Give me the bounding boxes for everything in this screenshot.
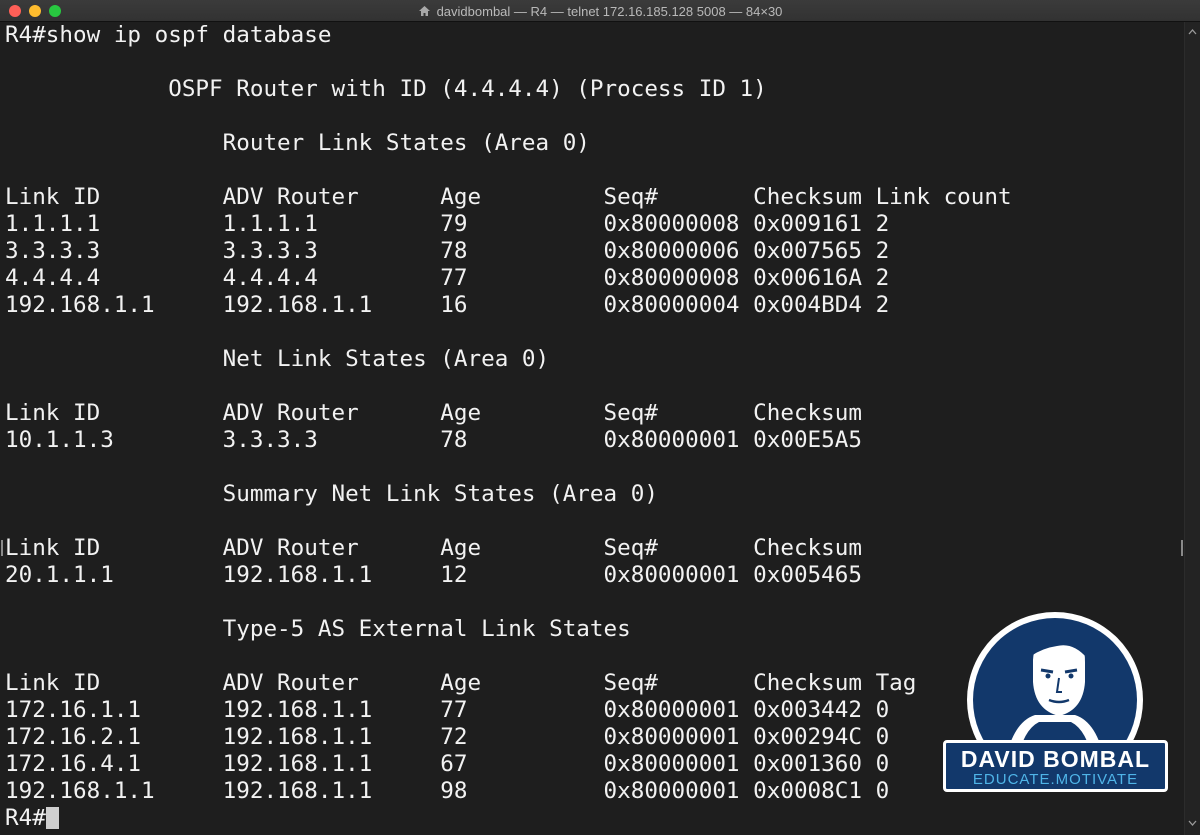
terminal-line: 192.168.1.1 192.168.1.1 16 0x80000004 0x… — [5, 292, 890, 318]
terminal-window: davidbombal — R4 — telnet 172.16.185.128… — [0, 0, 1200, 835]
terminal-line: 4.4.4.4 4.4.4.4 77 0x80000008 0x00616A 2 — [5, 265, 890, 291]
terminal-line: Link ID ADV Router Age Seq# Checksum — [5, 400, 862, 426]
title-bar: davidbombal — R4 — telnet 172.16.185.128… — [0, 0, 1200, 22]
david-bombal-logo: DAVID BOMBAL EDUCATE.MOTIVATE — [935, 612, 1175, 802]
terminal-line: OSPF Router with ID (4.4.4.4) (Process I… — [5, 76, 767, 102]
terminal-line: Router Link States (Area 0) — [5, 130, 590, 156]
terminal-line: 20.1.1.1 192.168.1.1 12 0x80000001 0x005… — [5, 562, 862, 588]
prompt: R4# — [5, 805, 46, 831]
scroll-down-icon[interactable] — [1188, 818, 1197, 827]
selection-marker-left — [1, 540, 3, 556]
logo-banner: DAVID BOMBAL EDUCATE.MOTIVATE — [943, 740, 1168, 792]
logo-tagline: EDUCATE.MOTIVATE — [972, 771, 1139, 788]
terminal-line: 1.1.1.1 1.1.1.1 79 0x80000008 0x009161 2 — [5, 211, 890, 237]
terminal-line: R4#show ip ospf database — [5, 22, 332, 48]
logo-name: DAVID BOMBAL — [960, 746, 1151, 772]
scroll-up-icon[interactable] — [1188, 28, 1197, 37]
terminal-line: 10.1.1.3 3.3.3.3 78 0x80000001 0x00E5A5 — [5, 427, 862, 453]
window-title-container: davidbombal — R4 — telnet 172.16.185.128… — [0, 0, 1200, 22]
window-title: davidbombal — R4 — telnet 172.16.185.128… — [436, 3, 783, 19]
terminal-line: 3.3.3.3 3.3.3.3 78 0x80000006 0x007565 2 — [5, 238, 890, 264]
cursor — [45, 807, 59, 829]
selection-marker-right — [1181, 540, 1183, 556]
terminal-line: Link ID ADV Router Age Seq# Checksum Lin… — [5, 184, 1012, 210]
terminal-line: Summary Net Link States (Area 0) — [5, 481, 658, 507]
scrollbar[interactable] — [1184, 22, 1200, 835]
terminal-line: Link ID ADV Router Age Seq# Checksum — [5, 535, 862, 561]
home-icon — [418, 5, 431, 17]
terminal-line: Net Link States (Area 0) — [5, 346, 550, 372]
prompt-line[interactable]: R4# — [5, 805, 1184, 832]
